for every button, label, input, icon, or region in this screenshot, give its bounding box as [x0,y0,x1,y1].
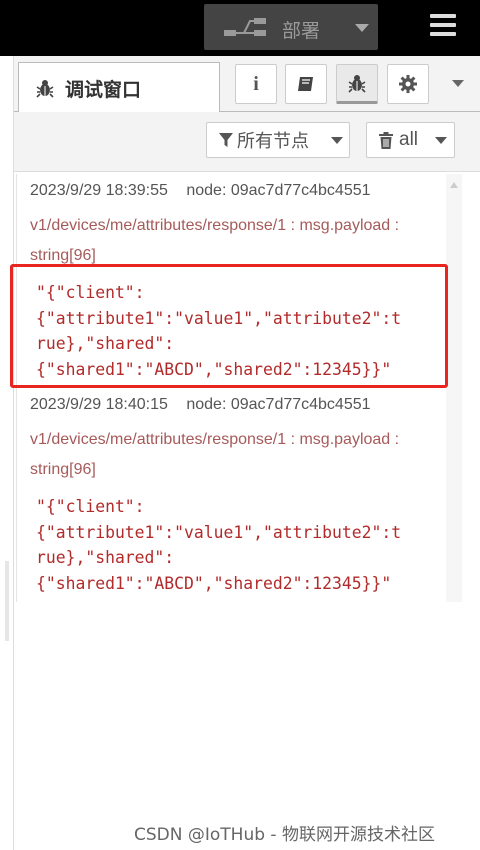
watermark: CSDN @IoTHub - 物联网开源技术社区 [134,825,435,845]
deploy-button[interactable]: 部署 [204,4,378,50]
tab-config[interactable] [387,64,429,104]
book-icon [298,77,313,91]
clear-label: all [399,129,419,150]
message-payload[interactable]: "{"client": {"attribute1":"value1","attr… [36,494,450,596]
message-meta: 2023/9/29 18:39:55 node: 09ac7d77c4bc455… [30,182,450,200]
highlight-annotation [10,264,448,388]
chevron-down-icon[interactable] [355,24,369,32]
tab-debug[interactable]: 调试窗口 [18,62,220,113]
debug-message: 2023/9/29 18:40:15 node: 09ac7d77c4bc455… [30,396,450,596]
clear-messages-button[interactable]: all [366,122,455,158]
tab-info[interactable]: i [235,64,277,104]
message-node-id[interactable]: node: 09ac7d77c4bc4551 [186,396,370,413]
message-timestamp: 2023/9/29 18:39:55 [30,182,168,199]
message-topic: v1/devices/me/attributes/response/1 : ms… [30,431,400,478]
info-icon: i [253,72,259,95]
workspace-edge [0,56,14,850]
chevron-down-icon [331,137,343,144]
gear-icon [399,75,417,93]
bug-icon [36,80,54,98]
chevron-up-icon[interactable] [450,182,458,188]
chevron-down-icon [435,137,447,144]
sidebar-tabbar: 调试窗口 i [14,56,480,113]
message-node-id[interactable]: node: 09ac7d77c4bc4551 [186,182,370,199]
hamburger-icon[interactable] [430,14,456,36]
tab-help[interactable] [285,64,327,104]
tab-debug-label: 调试窗口 [65,78,142,101]
flow-deploy-icon [224,18,266,36]
funnel-icon [219,133,233,147]
caret-down-icon[interactable] [452,80,464,87]
bug-icon [348,75,366,93]
node-filter-button[interactable]: 所有节点 [206,122,350,158]
top-header: 部署 [0,0,480,56]
debug-toolbar: 所有节点 all [14,112,480,172]
message-timestamp: 2023/9/29 18:40:15 [30,396,168,413]
message-topic: v1/devices/me/attributes/response/1 : ms… [30,217,400,264]
message-meta: 2023/9/29 18:40:15 node: 09ac7d77c4bc455… [30,396,450,414]
trash-icon [379,131,393,149]
resize-handle[interactable] [5,561,9,641]
filter-label: 所有节点 [237,131,309,152]
tab-debug-icon[interactable] [336,64,378,104]
deploy-label: 部署 [282,20,321,42]
